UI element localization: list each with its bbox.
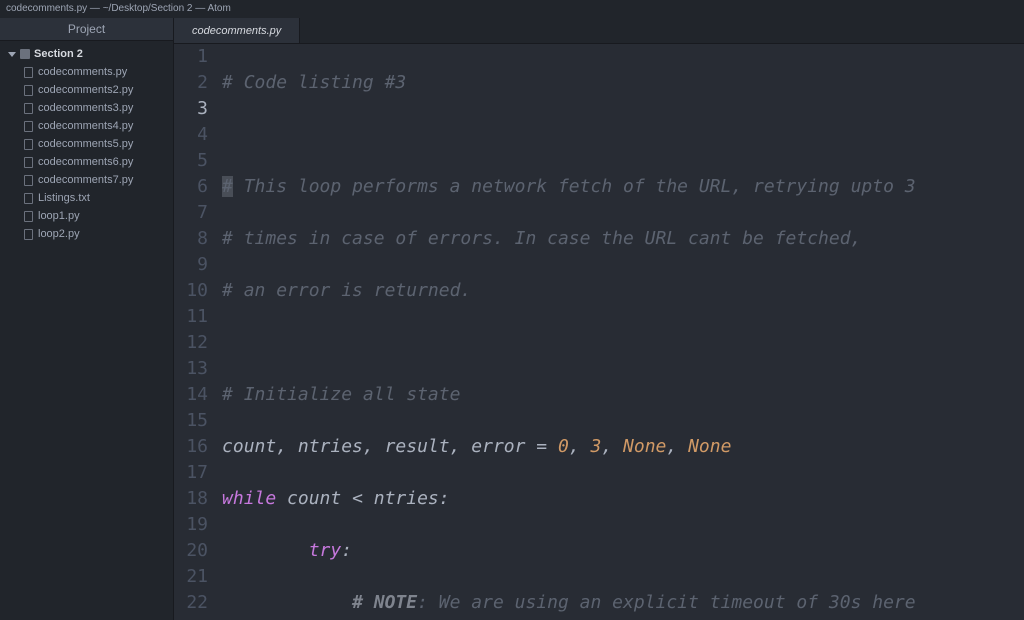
line-number: 16: [174, 434, 208, 460]
sidebar: Project Section 2 codecomments.py codeco…: [0, 18, 174, 620]
line-number: 21: [174, 564, 208, 590]
line-number: 14: [174, 382, 208, 408]
project-tree: Section 2 codecomments.py codecomments2.…: [0, 41, 173, 247]
tab-codecomments[interactable]: codecomments.py: [174, 18, 300, 43]
file-icon: [24, 193, 33, 204]
line-number: 6: [174, 174, 208, 200]
file-label: loop2.py: [38, 228, 80, 240]
code-token: try: [309, 540, 342, 561]
file-icon: [24, 103, 33, 114]
folder-icon: [20, 49, 30, 59]
editor-pane: codecomments.py 123456789101112131415161…: [174, 18, 1024, 620]
line-number: 8: [174, 226, 208, 252]
line-number: 15: [174, 408, 208, 434]
line-number: 18: [174, 486, 208, 512]
code-token: None: [688, 436, 731, 457]
code-token: count: [276, 488, 352, 509]
code-token: None: [623, 436, 666, 457]
file-icon: [24, 67, 33, 78]
code-token: # Initialize all state: [222, 384, 460, 405]
line-number-gutter: 1234567891011121314151617181920212223: [174, 44, 222, 620]
file-icon: [24, 85, 33, 96]
line-number: 11: [174, 304, 208, 330]
tree-file[interactable]: loop2.py: [0, 225, 173, 243]
file-label: loop1.py: [38, 210, 80, 222]
code-token: 3: [591, 436, 602, 457]
tab-bar: codecomments.py: [174, 18, 1024, 44]
line-number: 12: [174, 330, 208, 356]
tree-folder-root[interactable]: Section 2: [0, 45, 173, 63]
chevron-down-icon: [8, 50, 16, 58]
line-number: 22: [174, 590, 208, 616]
line-number: 4: [174, 122, 208, 148]
line-number: 10: [174, 278, 208, 304]
code-token: [547, 436, 558, 457]
tree-file[interactable]: Listings.txt: [0, 189, 173, 207]
tree-file[interactable]: loop1.py: [0, 207, 173, 225]
file-icon: [24, 157, 33, 168]
tree-file[interactable]: codecomments5.py: [0, 135, 173, 153]
line-number: 9: [174, 252, 208, 278]
code-token: count, ntries, result, error: [222, 436, 536, 457]
tree-file[interactable]: codecomments4.py: [0, 117, 173, 135]
code-token: <: [352, 488, 363, 509]
file-icon: [24, 121, 33, 132]
file-icon: [24, 211, 33, 222]
tree-file[interactable]: codecomments2.py: [0, 81, 173, 99]
code-token: ,: [666, 436, 688, 457]
code-token: # an error is returned.: [222, 280, 471, 301]
app-root: Project Section 2 codecomments.py codeco…: [0, 18, 1024, 620]
line-number: 5: [174, 148, 208, 174]
file-label: codecomments5.py: [38, 138, 133, 150]
file-label: codecomments6.py: [38, 156, 133, 168]
code-token: =: [536, 436, 547, 457]
file-icon: [24, 229, 33, 240]
code-token: ,: [601, 436, 623, 457]
tree-file[interactable]: codecomments6.py: [0, 153, 173, 171]
code-token: ,: [569, 436, 591, 457]
code-token: 0: [558, 436, 569, 457]
tree-file[interactable]: codecomments.py: [0, 63, 173, 81]
code-token: while: [222, 488, 276, 509]
line-number: 19: [174, 512, 208, 538]
folder-label: Section 2: [34, 48, 83, 60]
file-icon: [24, 175, 33, 186]
code-editor[interactable]: 1234567891011121314151617181920212223 # …: [174, 44, 1024, 620]
sidebar-header: Project: [0, 18, 173, 41]
code-token: ntries:: [363, 488, 450, 509]
window-title-bar: codecomments.py — ~/Desktop/Section 2 — …: [0, 0, 1024, 18]
line-number: 23: [174, 616, 208, 620]
line-number: 2: [174, 70, 208, 96]
code-area[interactable]: # Code listing #3 ## This loop performs …: [222, 44, 1024, 620]
file-label: codecomments.py: [38, 66, 127, 78]
line-number: 7: [174, 200, 208, 226]
file-icon: [24, 139, 33, 150]
file-label: codecomments4.py: [38, 120, 133, 132]
code-token: # times in case of errors. In case the U…: [222, 228, 861, 249]
code-token: # Code listing #3: [222, 72, 406, 93]
line-number: 3: [174, 96, 208, 122]
file-label: Listings.txt: [38, 192, 90, 204]
line-number: 13: [174, 356, 208, 382]
tree-file[interactable]: codecomments3.py: [0, 99, 173, 117]
file-label: codecomments7.py: [38, 174, 133, 186]
tab-label: codecomments.py: [192, 25, 281, 37]
tree-file[interactable]: codecomments7.py: [0, 171, 173, 189]
line-number: 1: [174, 44, 208, 70]
file-label: codecomments2.py: [38, 84, 133, 96]
code-token: :: [341, 540, 352, 561]
line-number: 17: [174, 460, 208, 486]
file-label: codecomments3.py: [38, 102, 133, 114]
line-number: 20: [174, 538, 208, 564]
